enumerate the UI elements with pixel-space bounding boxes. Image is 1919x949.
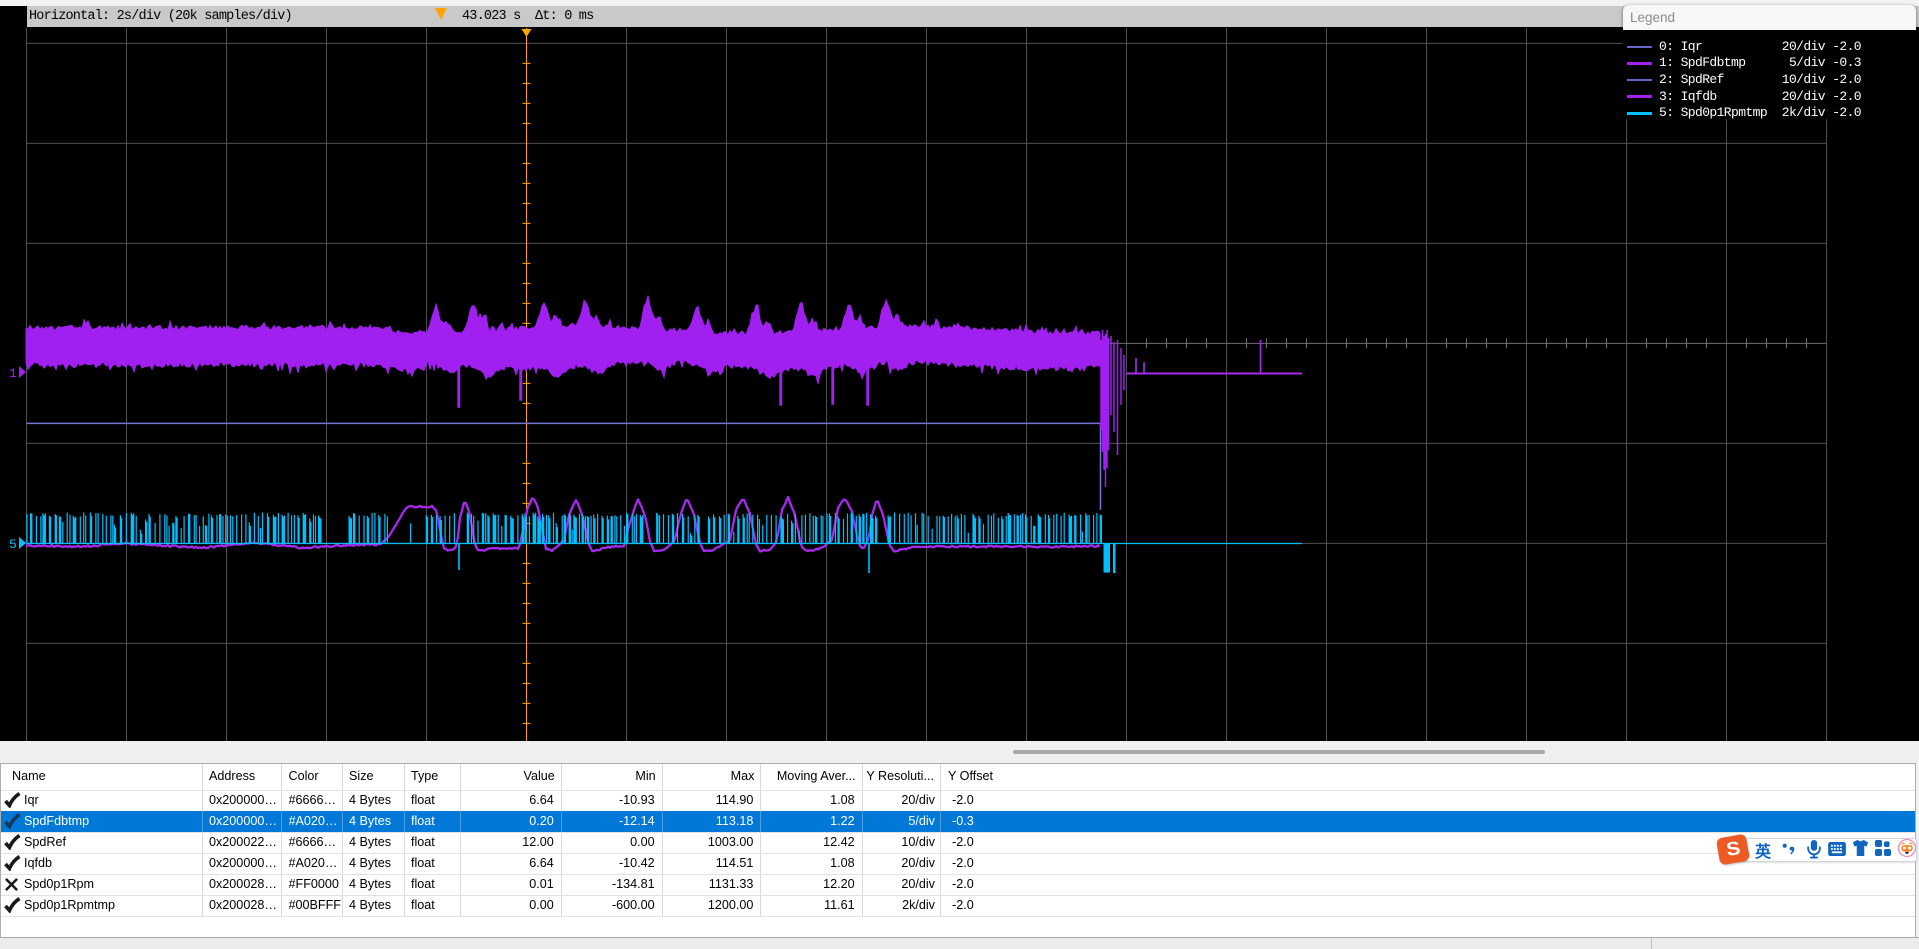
svg-text:1: 1: [9, 366, 17, 381]
svg-text:5: 5: [9, 537, 17, 552]
